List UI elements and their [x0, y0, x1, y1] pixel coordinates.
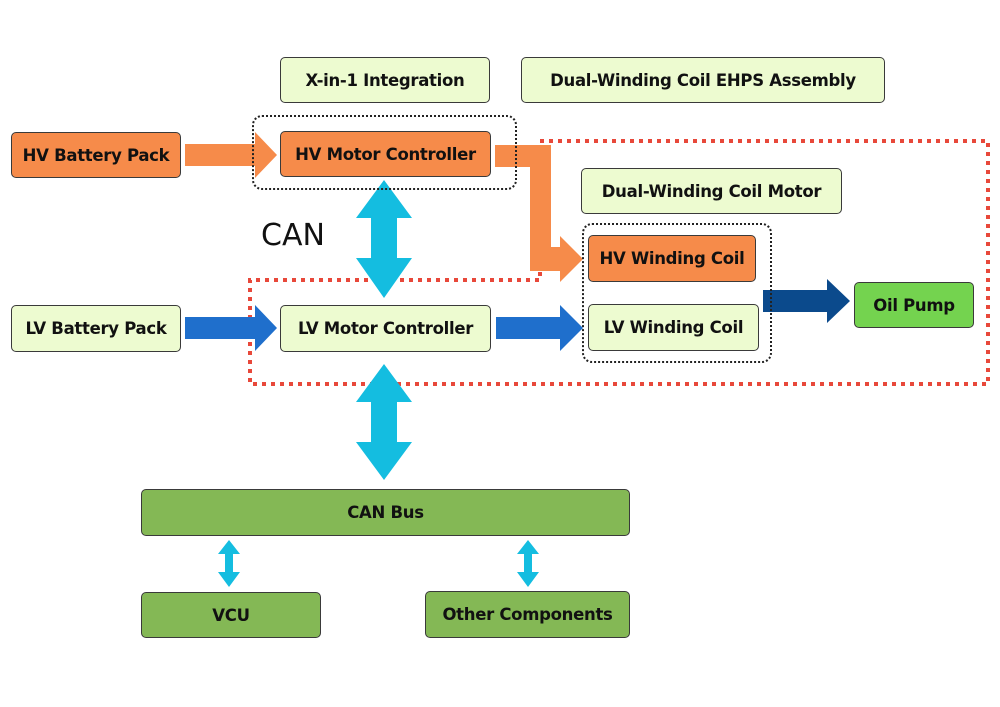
- hv-motor-controller-node: HV Motor Controller: [280, 131, 491, 177]
- can-link-label: CAN: [261, 218, 325, 253]
- other-link-arrow: [517, 540, 539, 587]
- pump-drive-arrow: [763, 279, 850, 323]
- ehps-assembly-label: Dual-Winding Coil EHPS Assembly: [521, 57, 885, 103]
- hv-winding-coil-node: HV Winding Coil: [588, 235, 756, 282]
- hv-battery-pack-node: HV Battery Pack: [11, 132, 181, 178]
- lv-motor-controller-node: LV Motor Controller: [280, 305, 491, 352]
- vcu-link-arrow: [218, 540, 240, 587]
- lv-battery-pack-node: LV Battery Pack: [11, 305, 181, 352]
- x-in-1-integration-label: X-in-1 Integration: [280, 57, 490, 103]
- dual-winding-motor-label: Dual-Winding Coil Motor: [581, 168, 842, 214]
- can-bus-node: CAN Bus: [141, 489, 630, 536]
- vcu-node: VCU: [141, 592, 321, 638]
- lv-winding-coil-node: LV Winding Coil: [588, 304, 759, 351]
- can-bus-link-arrow: [356, 364, 412, 480]
- lv-coil-arrow: [496, 305, 583, 351]
- oil-pump-node: Oil Pump: [854, 282, 974, 328]
- lv-power-arrow: [185, 305, 277, 351]
- other-components-node: Other Components: [425, 591, 630, 638]
